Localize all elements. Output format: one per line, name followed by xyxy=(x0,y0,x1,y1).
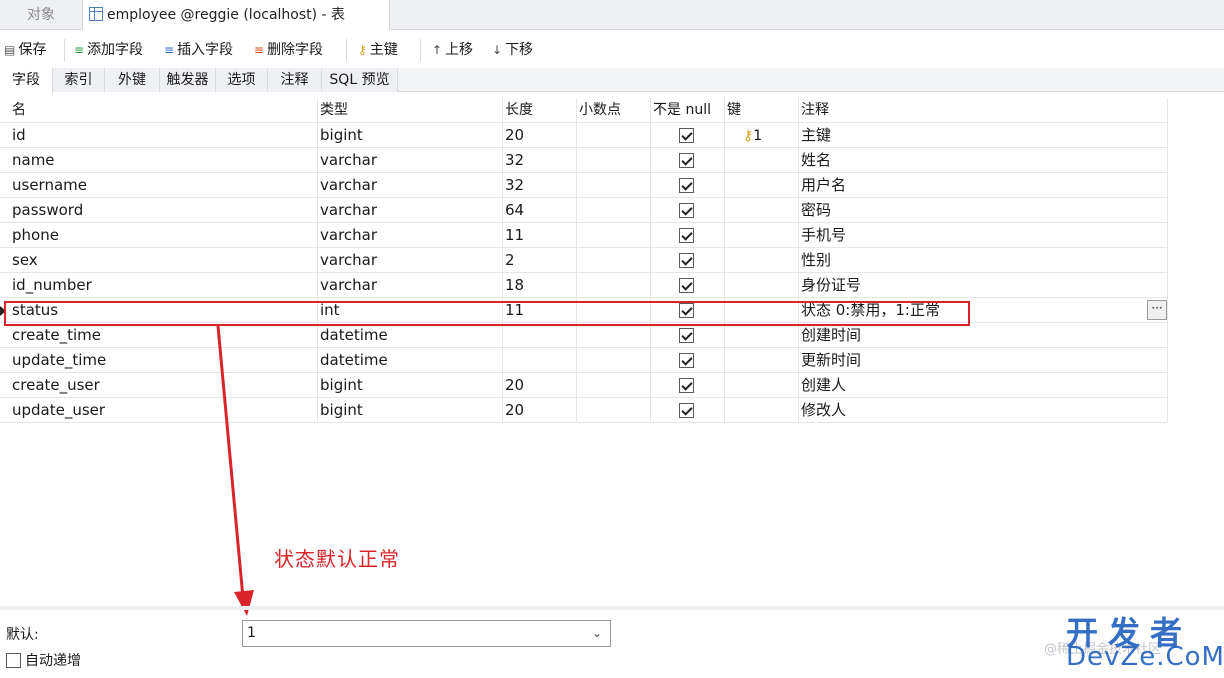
default-value-text: 1 xyxy=(247,625,256,641)
default-label: 默认: xyxy=(6,627,39,643)
watermark-big-bottom: DevZe.CoM xyxy=(1066,642,1224,672)
panel-divider[interactable] xyxy=(0,606,1224,610)
annotation-arrow xyxy=(216,325,254,616)
auto-increment-checkbox[interactable]: 自动递增 xyxy=(6,652,81,670)
checkbox-icon xyxy=(6,653,21,668)
auto-increment-label: 自动递增 xyxy=(25,653,81,669)
chevron-down-icon[interactable]: ⌄ xyxy=(592,621,602,646)
arrow-head xyxy=(234,590,254,616)
arrow-shaft xyxy=(216,325,245,599)
annotation-text: 状态默认正常 xyxy=(274,547,400,571)
default-value-combobox[interactable]: 1 ⌄ xyxy=(242,620,611,647)
